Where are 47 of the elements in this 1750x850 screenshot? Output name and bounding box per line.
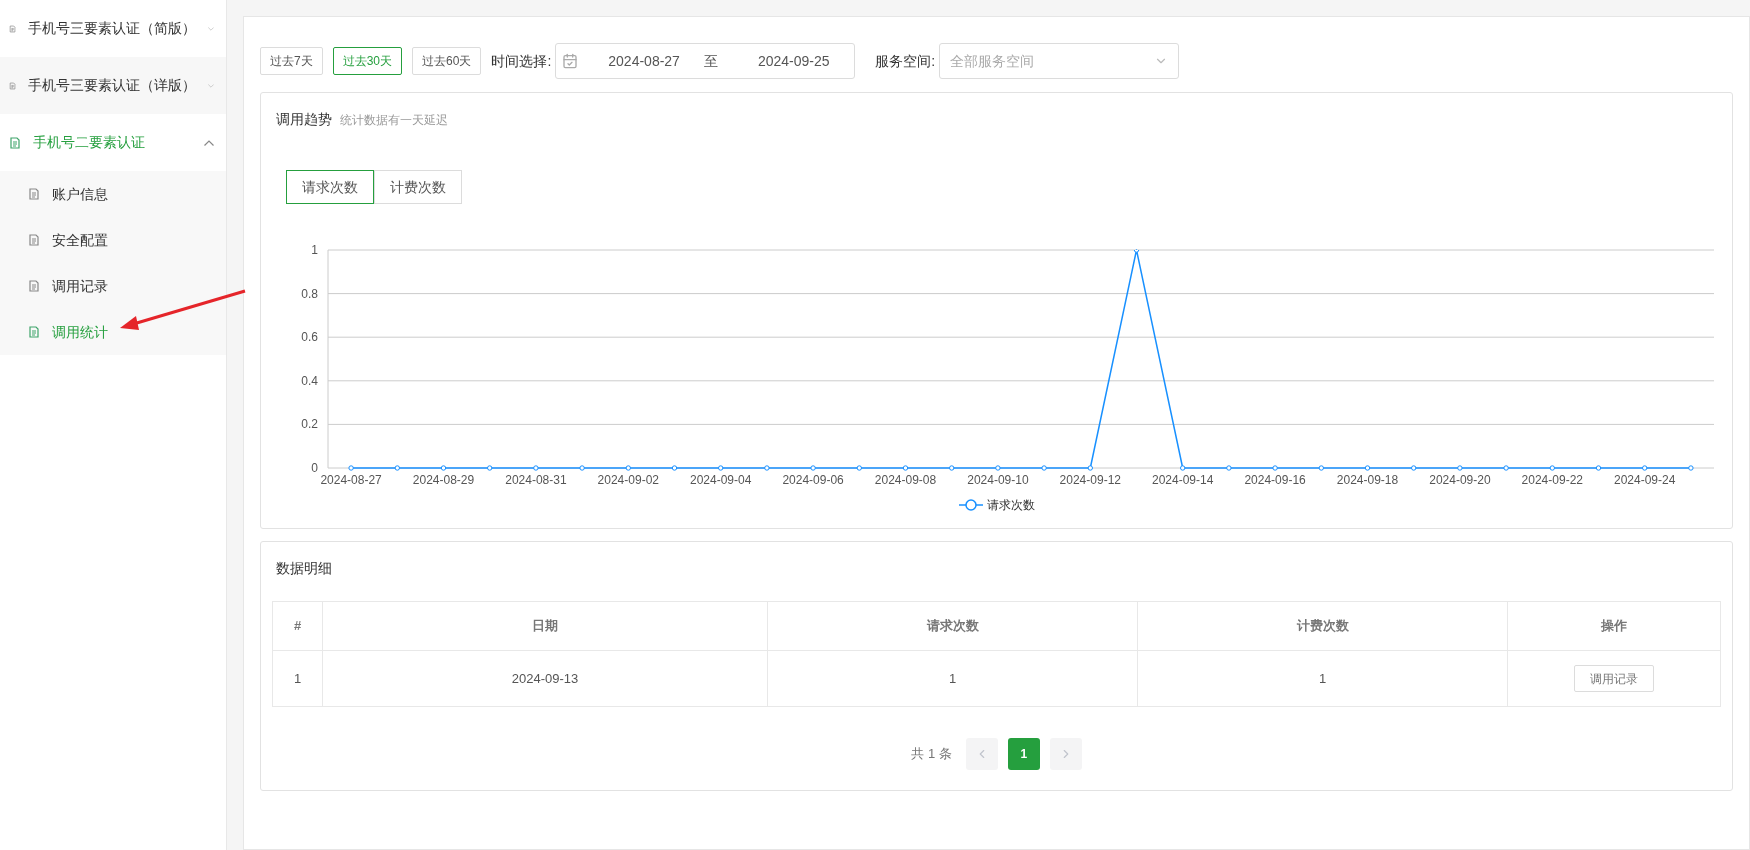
total-count: 共 1 条	[911, 745, 952, 764]
table-cell: 1	[1137, 650, 1508, 707]
x-tick-label: 2024-09-14	[1151, 473, 1213, 487]
sidebar-group-label: 手机号三要素认证（详版）	[28, 76, 197, 95]
service-space-label: 服务空间:	[875, 51, 936, 71]
start-date: 2024-08-27	[608, 51, 680, 71]
sidebar-item-label: 调用统计	[52, 322, 108, 342]
y-tick-label: 0.2	[300, 417, 318, 432]
column-header: 操作	[1507, 601, 1721, 651]
sidebar-item-label: 账户信息	[52, 184, 108, 204]
x-tick-label: 2024-09-10	[966, 473, 1029, 487]
legend-label: 请求次数	[986, 497, 1035, 514]
x-tick-label: 2024-08-31	[504, 473, 567, 487]
column-header: #	[272, 601, 323, 651]
card-subtitle: 统计数据有一天延迟	[340, 112, 448, 129]
range-separator: 至	[703, 51, 718, 71]
date-label: 时间选择:	[491, 51, 552, 71]
card-title: 调用趋势	[276, 110, 332, 129]
table-cell: 2024-09-13	[322, 650, 768, 707]
x-tick-label: 2024-09-20	[1428, 473, 1491, 487]
table-cell: 1	[272, 650, 323, 707]
y-tick-label: 0.6	[300, 330, 318, 345]
x-tick-label: 2024-08-27	[319, 473, 382, 487]
x-tick-label: 2024-09-16	[1243, 473, 1306, 487]
x-tick-label: 2024-09-02	[597, 473, 659, 487]
x-tick-label: 2024-09-12	[1059, 473, 1121, 487]
end-date: 2024-09-25	[757, 51, 830, 71]
column-header: 请求次数	[767, 601, 1138, 651]
column-header: 计费次数	[1137, 601, 1508, 651]
x-tick-label: 2024-09-24	[1613, 473, 1675, 487]
y-tick-label: 0	[310, 461, 318, 475]
sidebar-group-label: 手机号二要素认证	[33, 133, 146, 152]
column-header: 日期	[322, 601, 768, 651]
table-cell: 1	[767, 650, 1138, 707]
y-tick-label: 0.8	[300, 286, 318, 301]
card-title: 数据明细	[276, 559, 333, 578]
sidebar-item-label: 安全配置	[52, 230, 108, 250]
sidebar-item-label: 调用记录	[52, 276, 108, 296]
x-tick-label: 2024-09-06	[781, 473, 844, 487]
x-tick-label: 2024-08-29	[412, 473, 474, 487]
x-tick-label: 2024-09-18	[1336, 473, 1398, 487]
x-tick-label: 2024-09-04	[689, 473, 751, 487]
sidebar-group-label: 手机号三要素认证（简版）	[28, 19, 197, 38]
x-tick-label: 2024-09-08	[874, 473, 936, 487]
y-tick-label: 1	[310, 243, 318, 257]
x-tick-label: 2024-09-22	[1521, 473, 1583, 487]
y-tick-label: 0.4	[300, 373, 318, 388]
